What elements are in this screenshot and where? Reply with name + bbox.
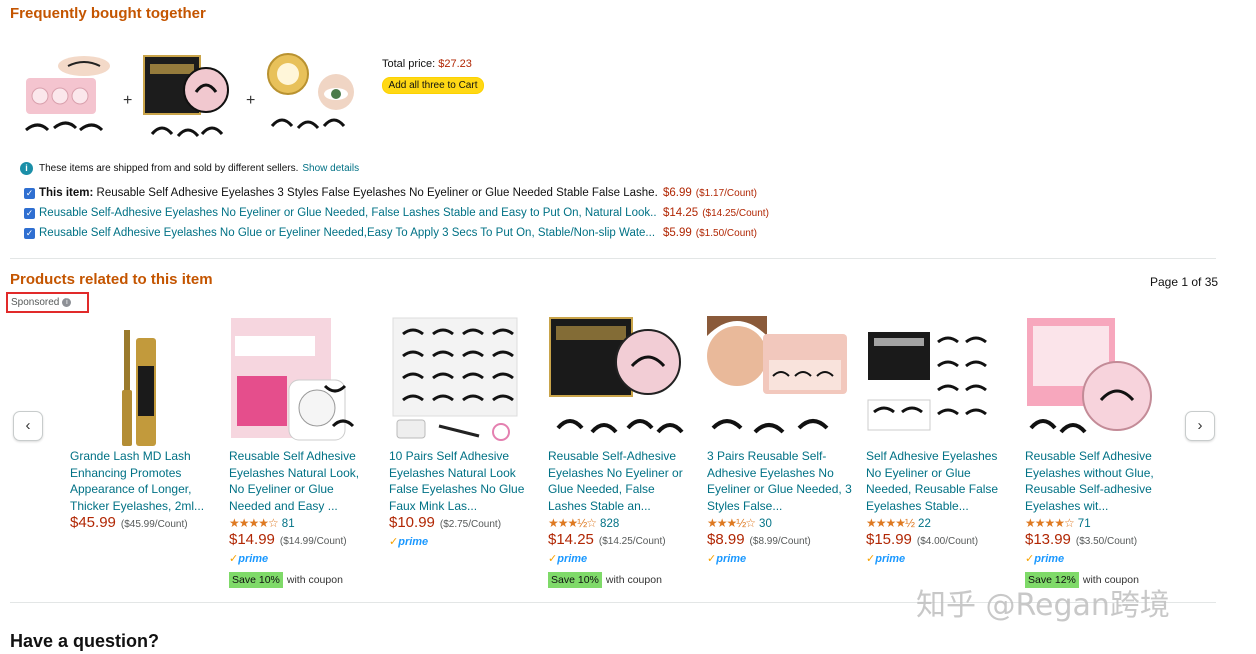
- fbt-product-image-1[interactable]: [22, 52, 114, 148]
- product-image[interactable]: [70, 316, 214, 446]
- product-image[interactable]: [1025, 316, 1169, 446]
- product-price: $8.99: [707, 531, 745, 548]
- star-rating[interactable]: ★★★★½: [866, 516, 915, 530]
- rating-count[interactable]: 71: [1078, 518, 1091, 530]
- product-price: $10.99: [389, 514, 435, 531]
- fbt-item-row[interactable]: ✓ This item: Reusable Self Adhesive Eyel…: [24, 185, 757, 201]
- checkbox-checked-icon[interactable]: ✓: [24, 187, 35, 199]
- prime-badge: ✓prime: [548, 553, 588, 565]
- prime-badge: ✓prime: [389, 536, 429, 548]
- product-price: $14.99: [229, 531, 275, 548]
- rating-count[interactable]: 30: [759, 518, 772, 530]
- prime-badge: ✓prime: [866, 553, 906, 565]
- fbt-item-count: ($1.50/Count): [695, 227, 757, 239]
- fbt-product-image-3[interactable]: [264, 52, 356, 148]
- product-card[interactable]: Reusable Self-Adhesive Eyelashes No Eyel…: [548, 316, 700, 588]
- product-title[interactable]: 3 Pairs Reusable Self-Adhesive Eyelashes…: [707, 448, 853, 514]
- coupon-badge[interactable]: Save 10%: [229, 572, 283, 588]
- product-per-count: ($3.50/Count): [1075, 536, 1138, 547]
- total-label: Total price:: [382, 58, 436, 70]
- product-title[interactable]: 10 Pairs Self Adhesive Eyelashes Natural…: [389, 448, 535, 514]
- total-value: $27.23: [438, 58, 472, 70]
- fbt-product-image-2[interactable]: [140, 52, 232, 148]
- carousel-next-button[interactable]: ›: [1185, 411, 1215, 441]
- product-card[interactable]: Reusable Self Adhesive Eyelashes without…: [1025, 316, 1177, 588]
- this-item-label: This item:: [39, 187, 94, 199]
- plus-sign: +: [123, 92, 133, 109]
- product-image[interactable]: [707, 316, 851, 446]
- product-card[interactable]: Grande Lash MD Lash Enhancing Promotes A…: [70, 316, 222, 586]
- product-price: $13.99: [1025, 531, 1071, 548]
- chevron-left-icon: ‹: [25, 417, 31, 434]
- sellers-notice-text: These items are shipped from and sold by…: [39, 163, 299, 174]
- plus-sign: +: [246, 92, 256, 109]
- product-card[interactable]: 10 Pairs Self Adhesive Eyelashes Natural…: [389, 316, 541, 586]
- fbt-item-price: $5.99: [663, 227, 692, 239]
- product-image[interactable]: [548, 316, 692, 446]
- fbt-item-count: ($14.25/Count): [702, 207, 769, 219]
- product-card[interactable]: Reusable Self Adhesive Eyelashes Natural…: [229, 316, 381, 588]
- star-rating[interactable]: ★★★★☆: [229, 516, 279, 530]
- product-image[interactable]: [389, 316, 533, 446]
- rating-count[interactable]: 22: [918, 518, 931, 530]
- page-indicator: Page 1 of 35: [1150, 275, 1219, 289]
- product-title[interactable]: Grande Lash MD Lash Enhancing Promotes A…: [70, 448, 216, 514]
- watermark-text: 知乎 @Regan跨境: [916, 588, 1170, 623]
- fbt-item-price: $6.99: [663, 187, 692, 199]
- coupon-badge[interactable]: Save 10%: [548, 572, 602, 588]
- show-details-link[interactable]: Show details: [302, 163, 359, 174]
- product-per-count: ($45.99/Count): [120, 519, 188, 530]
- product-image[interactable]: [229, 316, 373, 446]
- coupon-text: with coupon: [605, 574, 662, 586]
- rating-count[interactable]: 828: [600, 518, 619, 530]
- sellers-notice: i These items are shipped from and sold …: [20, 162, 359, 175]
- star-rating[interactable]: ★★★★☆: [1025, 516, 1075, 530]
- star-rating[interactable]: ★★★½☆: [707, 516, 756, 530]
- info-icon: i: [20, 162, 33, 175]
- product-title[interactable]: Reusable Self Adhesive Eyelashes Natural…: [229, 448, 375, 514]
- sponsored-label: Sponsored i: [11, 297, 72, 308]
- product-title[interactable]: Reusable Self-Adhesive Eyelashes No Eyel…: [548, 448, 694, 514]
- product-price: $15.99: [866, 531, 912, 548]
- fbt-item-row[interactable]: ✓ Reusable Self-Adhesive Eyelashes No Ey…: [24, 205, 769, 221]
- product-per-count: ($2.75/Count): [439, 519, 502, 530]
- prime-badge: ✓prime: [229, 553, 269, 565]
- product-image[interactable]: [866, 316, 1010, 446]
- chevron-right-icon: ›: [1197, 417, 1203, 434]
- checkbox-checked-icon[interactable]: ✓: [24, 207, 35, 219]
- sponsored-text: Sponsored: [11, 297, 60, 308]
- prime-badge: ✓prime: [1025, 553, 1065, 565]
- product-per-count: ($8.99/Count): [749, 536, 811, 547]
- section-divider: [10, 258, 1216, 259]
- checkbox-checked-icon[interactable]: ✓: [24, 227, 35, 239]
- product-card[interactable]: 3 Pairs Reusable Self-Adhesive Eyelashes…: [707, 316, 859, 586]
- question-title: Have a question?: [10, 631, 160, 651]
- total-price: Total price: $27.23: [382, 58, 472, 70]
- prime-badge: ✓prime: [707, 553, 747, 565]
- product-per-count: ($4.00/Count): [916, 536, 979, 547]
- fbt-item-count: ($1.17/Count): [695, 187, 757, 199]
- product-title[interactable]: Reusable Self Adhesive Eyelashes without…: [1025, 448, 1171, 514]
- related-title: Products related to this item: [10, 271, 213, 288]
- product-per-count: ($14.99/Count): [279, 536, 347, 547]
- info-icon[interactable]: i: [62, 298, 72, 307]
- product-card[interactable]: Self Adhesive Eyelashes No Eyeliner or G…: [866, 316, 1018, 586]
- product-price: $14.25: [548, 531, 594, 548]
- rating-count[interactable]: 81: [282, 518, 295, 530]
- add-all-to-cart-button[interactable]: Add all three to Cart: [382, 77, 484, 94]
- product-per-count: ($14.25/Count): [598, 536, 666, 547]
- fbt-item-title: Reusable Self Adhesive Eyelashes 3 Style…: [96, 187, 657, 199]
- star-rating[interactable]: ★★★½☆: [548, 516, 597, 530]
- coupon-text: with coupon: [286, 574, 343, 586]
- fbt-item-price: $14.25: [663, 207, 699, 219]
- fbt-item-title[interactable]: Reusable Self-Adhesive Eyelashes No Eyel…: [39, 207, 657, 219]
- product-title[interactable]: Self Adhesive Eyelashes No Eyeliner or G…: [866, 448, 1012, 514]
- fbt-item-title[interactable]: Reusable Self Adhesive Eyelashes No Glue…: [39, 227, 657, 239]
- carousel-prev-button[interactable]: ‹: [13, 411, 43, 441]
- fbt-title: Frequently bought together: [10, 5, 206, 22]
- fbt-item-row[interactable]: ✓ Reusable Self Adhesive Eyelashes No Gl…: [24, 225, 757, 241]
- product-price: $45.99: [70, 514, 116, 531]
